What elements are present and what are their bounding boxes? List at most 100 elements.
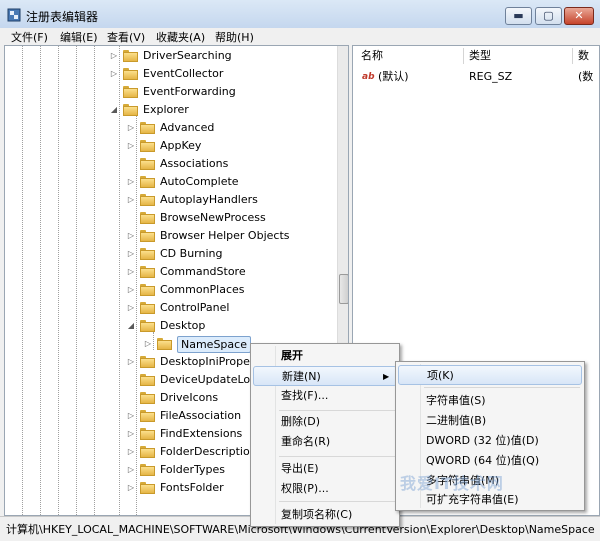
close-button[interactable]: ✕: [564, 7, 594, 25]
menu-item-new[interactable]: 新建(N): [253, 366, 397, 386]
collapse-arrow-icon[interactable]: ◢: [109, 105, 119, 115]
tree-node[interactable]: ▷ EventCollector: [5, 65, 335, 83]
value-data[interactable]: (数: [578, 68, 593, 86]
tree-node-label[interactable]: Explorer: [143, 101, 189, 119]
tree-node-label[interactable]: Advanced: [160, 119, 214, 137]
tree-node-label[interactable]: CommandStore: [160, 263, 246, 281]
submenu-item-qword-value[interactable]: QWORD (64 位)值(Q): [398, 451, 582, 471]
tree-node-label[interactable]: CommonPlaces: [160, 281, 245, 299]
regedit-app-icon: [7, 8, 21, 22]
menu-file[interactable]: 文件(F): [11, 29, 48, 45]
menu-item-delete[interactable]: 删除(D): [253, 412, 397, 432]
expand-arrow-icon[interactable]: ▷: [126, 447, 136, 457]
menu-edit[interactable]: 编辑(E): [60, 29, 98, 45]
menu-item-expand[interactable]: 展开: [253, 346, 397, 366]
tree-node[interactable]: BrowseNewProcess: [5, 209, 335, 227]
tree-node[interactable]: ▷ ControlPanel: [5, 299, 335, 317]
tree-node-label[interactable]: FindExtensions: [160, 425, 242, 443]
tree-node[interactable]: Associations: [5, 155, 335, 173]
submenu-item-string-value[interactable]: 字符串值(S): [398, 391, 582, 411]
tree-node[interactable]: ▷ CD Burning: [5, 245, 335, 263]
menu-view[interactable]: 查看(V): [107, 29, 145, 45]
folder-icon: [140, 194, 155, 206]
menu-item-rename[interactable]: 重命名(R): [253, 432, 397, 452]
column-header-type[interactable]: 类型: [469, 46, 491, 66]
tree-node-label[interactable]: FolderTypes: [160, 461, 225, 479]
column-divider[interactable]: [463, 48, 464, 64]
collapse-arrow-icon[interactable]: ◢: [126, 321, 136, 331]
tree-node-label[interactable]: DriverSearching: [143, 47, 232, 65]
tree-node[interactable]: ▷ Browser Helper Objects: [5, 227, 335, 245]
tree-node-label[interactable]: CD Burning: [160, 245, 222, 263]
tree-node-label[interactable]: FontsFolder: [160, 479, 224, 497]
expand-arrow-icon[interactable]: ▷: [109, 51, 119, 61]
expand-arrow-icon[interactable]: ▷: [126, 357, 136, 367]
tree-node[interactable]: ▷ Advanced: [5, 119, 335, 137]
tree-node-label[interactable]: DriveIcons: [160, 389, 218, 407]
value-name[interactable]: (默认): [378, 68, 409, 86]
tree-node[interactable]: ▷ AutoplayHandlers: [5, 191, 335, 209]
tree-node-label[interactable]: Associations: [160, 155, 228, 173]
folder-icon: [140, 176, 155, 188]
tree-node[interactable]: ▷ DriverSearching: [5, 47, 335, 65]
expand-arrow-icon[interactable]: ▷: [126, 483, 136, 493]
minimize-button[interactable]: ▬: [505, 7, 532, 25]
column-header-name[interactable]: 名称: [361, 46, 383, 66]
tree-node[interactable]: EventForwarding: [5, 83, 335, 101]
expand-arrow-icon[interactable]: ▷: [126, 123, 136, 133]
expand-arrow-icon[interactable]: ▷: [126, 465, 136, 475]
expand-arrow-icon[interactable]: ▷: [109, 69, 119, 79]
tree-node-label[interactable]: BrowseNewProcess: [160, 209, 266, 227]
tree-node-label[interactable]: NameSpace: [177, 336, 251, 353]
tree-node-label[interactable]: DesktopIniProper: [160, 353, 254, 371]
tree-node-label[interactable]: AppKey: [160, 137, 201, 155]
menu-item-export[interactable]: 导出(E): [253, 459, 397, 479]
tree-node[interactable]: ▷ AppKey: [5, 137, 335, 155]
expand-arrow-icon[interactable]: ▷: [143, 339, 153, 349]
expand-arrow-icon[interactable]: ▷: [126, 231, 136, 241]
tree-node-label[interactable]: EventCollector: [143, 65, 223, 83]
menu-help[interactable]: 帮助(H): [215, 29, 254, 45]
tree-node-label[interactable]: Browser Helper Objects: [160, 227, 290, 245]
menu-separator: [279, 456, 395, 457]
submenu-item-binary-value[interactable]: 二进制值(B): [398, 411, 582, 431]
menu-item-permissions[interactable]: 权限(P)...: [253, 479, 397, 499]
folder-icon: [140, 464, 155, 476]
submenu-item-dword-value[interactable]: DWORD (32 位)值(D): [398, 431, 582, 451]
expand-arrow-icon[interactable]: ▷: [126, 267, 136, 277]
expand-arrow-icon[interactable]: ▷: [126, 249, 136, 259]
tree-node[interactable]: ▷ CommandStore: [5, 263, 335, 281]
tree-node-label[interactable]: ControlPanel: [160, 299, 229, 317]
maximize-button[interactable]: ▢: [535, 7, 562, 25]
tree-node[interactable]: ▷ AutoComplete: [5, 173, 335, 191]
tree-node[interactable]: ▷ CommonPlaces: [5, 281, 335, 299]
value-type[interactable]: REG_SZ: [469, 68, 512, 86]
tree-node-label[interactable]: AutoplayHandlers: [160, 191, 258, 209]
expand-arrow-icon[interactable]: ▷: [126, 195, 136, 205]
expand-arrow-icon[interactable]: ▷: [126, 285, 136, 295]
tree-node-label[interactable]: Desktop: [160, 317, 205, 335]
tree-node[interactable]: ◢ Explorer: [5, 101, 335, 119]
expand-arrow-icon[interactable]: ▷: [126, 303, 136, 313]
tree-node-label[interactable]: DeviceUpdateLoc: [160, 371, 256, 389]
expand-arrow-icon[interactable]: ▷: [126, 177, 136, 187]
tree-node-label[interactable]: AutoComplete: [160, 173, 239, 191]
tree-node[interactable]: ◢ Desktop: [5, 317, 335, 335]
folder-icon: [140, 122, 155, 134]
expand-arrow-icon[interactable]: ▷: [126, 411, 136, 421]
menu-favorites[interactable]: 收藏夹(A): [156, 29, 205, 45]
tree-node-label[interactable]: FolderDescription: [160, 443, 257, 461]
tree-node-label[interactable]: EventForwarding: [143, 83, 236, 101]
expand-arrow-icon[interactable]: ▷: [126, 429, 136, 439]
folder-icon: [140, 266, 155, 278]
tree-node-label[interactable]: FileAssociation: [160, 407, 241, 425]
column-header-data[interactable]: 数: [578, 46, 589, 66]
menu-item-find[interactable]: 查找(F)...: [253, 386, 397, 406]
submenu-item-key[interactable]: 项(K): [398, 365, 582, 385]
watermark: 我爱IT技术网: [400, 474, 504, 493]
menu-item-copy-key-name[interactable]: 复制项名称(C): [253, 505, 397, 525]
scrollbar-thumb[interactable]: [339, 274, 348, 304]
expand-arrow-icon[interactable]: ▷: [126, 141, 136, 151]
title-bar[interactable]: 注册表编辑器 ▬ ▢ ✕: [0, 0, 600, 30]
column-divider[interactable]: [572, 48, 573, 64]
